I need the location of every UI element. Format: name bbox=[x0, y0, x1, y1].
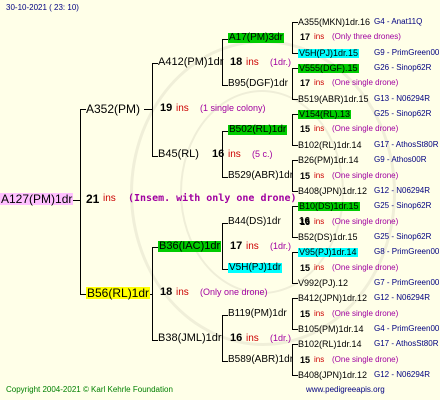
root-note: (Insem. with only one drone) bbox=[128, 193, 297, 204]
gen4-name: B26(PM)1dr.14 bbox=[298, 155, 359, 165]
gen4-note: (One single drone) bbox=[332, 309, 399, 318]
gen4-note: (One single drone) bbox=[332, 124, 399, 133]
gen4-code: G8 - PrimGreen00 bbox=[374, 247, 440, 256]
gen4-ins-num: 17 bbox=[300, 32, 311, 42]
gen4-code: G26 - Sinop62R bbox=[374, 63, 432, 72]
gen2-note: (5 c.) bbox=[252, 149, 273, 159]
gen4-ins-word: ins bbox=[314, 32, 325, 41]
gen4-name: B408(JPN)1dr.12 bbox=[298, 186, 368, 196]
gen1-name: B56(RL)1dr bbox=[86, 286, 151, 300]
gen2-note: (1dr.) bbox=[270, 333, 292, 343]
gen2-ins-word: ins bbox=[246, 57, 259, 68]
gen4-note: (One single drone) bbox=[332, 217, 399, 226]
gen4-ins-word: ins bbox=[314, 355, 325, 364]
gen4-ins-num: 15 bbox=[300, 124, 311, 134]
footer-url[interactable]: www.pedigreeapis.org bbox=[306, 386, 385, 394]
gen2-ins-word: ins bbox=[246, 333, 259, 344]
gen4-note: (One single drone) bbox=[332, 78, 399, 87]
gen4-ins-word: ins bbox=[314, 78, 325, 87]
gen4-name: B408(JPN)1dr.12 bbox=[298, 370, 368, 380]
gen4-code: G4 - Anat11Q bbox=[374, 17, 423, 26]
gen4-name: V95(PJ)1dr.14 bbox=[298, 247, 358, 257]
gen1-note: (1 single colony) bbox=[200, 103, 266, 113]
gen4-code: G17 - AthosSt80R bbox=[374, 339, 439, 348]
gen4-code: G25 - Sinop62R bbox=[374, 109, 432, 118]
gen2-name: B38(JML)1dr bbox=[158, 332, 222, 344]
gen4-note: (One single drone) bbox=[332, 355, 399, 364]
gen4-ins-num: 15 bbox=[300, 355, 311, 365]
root-name: A127(PM)1dr bbox=[0, 192, 74, 206]
gen4-ins-num: 15 bbox=[300, 309, 311, 319]
gen4-ins-word: ins bbox=[314, 309, 325, 318]
gen2-note: (1dr.) bbox=[270, 241, 292, 251]
gen4-code: G9 - PrimGreen00 bbox=[374, 48, 440, 57]
gen4-name: B102(RL)1dr.14 bbox=[298, 140, 362, 150]
footer-copyright: Copyright 2004-2021 © Karl Kehrle Founda… bbox=[6, 385, 173, 394]
gen2-ins-word: ins bbox=[228, 149, 241, 160]
gen4-code: G9 - Athos00R bbox=[374, 155, 427, 164]
gen3-name: B529(ABR)1dr bbox=[228, 170, 294, 181]
gen4-ins-word: ins bbox=[314, 263, 325, 272]
gen3-name: B589(ABR)1dr bbox=[228, 354, 294, 365]
header-date: 30-10-2021 ( 23: 10) bbox=[6, 3, 79, 12]
gen4-name: B10(DS)1dr.15 bbox=[298, 201, 360, 211]
gen3-name: B502(RL)1dr bbox=[228, 124, 288, 135]
gen3-name: B95(DGF)1dr bbox=[228, 78, 289, 89]
gen4-code: G13 - N06294R bbox=[374, 94, 431, 103]
gen4-name: B52(DS)1dr.15 bbox=[298, 232, 358, 242]
gen4-ins-word: ins bbox=[314, 124, 325, 133]
gen2-ins-num: 16 bbox=[212, 148, 225, 160]
gen2-name: A412(PM)1dr bbox=[158, 56, 224, 68]
gen4-name: B105(PM)1dr.14 bbox=[298, 324, 364, 334]
gen3-name: B44(DS)1dr bbox=[228, 216, 281, 227]
gen4-ins-num: 16 bbox=[300, 217, 311, 227]
root-ins-num: 21 bbox=[86, 192, 100, 206]
gen4-code: G17 - AthosSt80R bbox=[374, 140, 439, 149]
gen4-code: G12 - N06294R bbox=[374, 370, 431, 379]
gen4-code: G12 - N06294R bbox=[374, 293, 431, 302]
gen1-ins-num: 18 bbox=[160, 286, 173, 298]
gen4-code: G7 - PrimGreen00 bbox=[374, 278, 440, 287]
gen3-name: A17(PM)3dr bbox=[228, 32, 284, 43]
gen2-ins-num: 16 bbox=[230, 332, 243, 344]
gen3-name: V5H(PJ)1dr bbox=[228, 262, 283, 273]
root-ins-word: ins bbox=[103, 193, 116, 204]
pedigree-chart: 30-10-2021 ( 23: 10) Copyright 2004-2021 … bbox=[0, 0, 440, 400]
gen3-name: B119(PM)1dr bbox=[228, 308, 287, 319]
gen2-ins-word: ins bbox=[246, 241, 259, 252]
gen4-name: V992(PJ).12 bbox=[298, 278, 349, 288]
gen2-name: B45(RL) bbox=[158, 148, 199, 160]
gen4-code: G4 - PrimGreen00 bbox=[374, 324, 440, 333]
gen1-note: (Only one drone) bbox=[200, 287, 268, 297]
gen1-name: A352(PM) bbox=[86, 102, 141, 116]
gen4-code: G25 - Sinop62R bbox=[374, 232, 432, 241]
gen4-ins-word: ins bbox=[314, 217, 325, 226]
gen4-ins-num: 17 bbox=[300, 78, 311, 88]
gen4-name: A355(MKN)1dr.16 bbox=[298, 17, 371, 27]
gen2-ins-num: 17 bbox=[230, 240, 243, 252]
gen4-name: B519(ABR)1dr.15 bbox=[298, 94, 369, 104]
gen4-name: V555(DGF).15 bbox=[298, 63, 359, 73]
gen2-name: B36(IAC)1dr bbox=[158, 240, 222, 252]
gen4-code: G12 - N06294R bbox=[374, 186, 431, 195]
gen4-name: B412(JPN)1dr.12 bbox=[298, 293, 368, 303]
gen4-name: V5H(PJ)1dr.15 bbox=[298, 48, 360, 58]
gen4-note: (One single drone) bbox=[332, 171, 399, 180]
gen4-note: (Only three drones) bbox=[332, 32, 401, 41]
gen4-ins-num: 15 bbox=[300, 171, 311, 181]
gen1-ins-word: ins bbox=[176, 103, 189, 114]
gen4-note: (One single drone) bbox=[332, 263, 399, 272]
gen4-ins-word: ins bbox=[314, 171, 325, 180]
gen1-ins-num: 19 bbox=[160, 102, 173, 114]
gen4-code: G25 - Sinop62R bbox=[374, 201, 432, 210]
gen1-ins-word: ins bbox=[176, 287, 189, 298]
gen4-name: V154(RL).13 bbox=[298, 109, 352, 119]
gen2-ins-num: 18 bbox=[230, 56, 243, 68]
gen2-note: (1dr.) bbox=[270, 57, 292, 67]
gen4-name: B102(RL)1dr.14 bbox=[298, 339, 362, 349]
gen4-ins-num: 15 bbox=[300, 263, 311, 273]
